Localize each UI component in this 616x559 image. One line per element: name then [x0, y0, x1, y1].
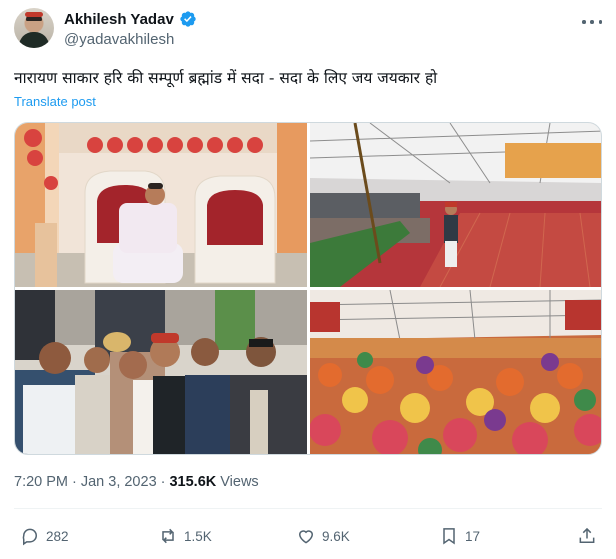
action-bar: 282 1.5K 9.6K 17 — [14, 522, 604, 550]
like-button[interactable]: 9.6K — [296, 522, 350, 550]
post-text: नारायण साकार हरि की सम्पूर्ण ब्रह्मांड म… — [14, 69, 438, 87]
author-name-row: Akhilesh Yadav — [64, 10, 197, 28]
reply-icon — [22, 528, 37, 546]
views-count[interactable]: 315.6K — [169, 474, 216, 490]
photo-speaker-tent[interactable] — [310, 123, 601, 287]
repost-count: 1.5K — [184, 528, 212, 544]
more-options-icon[interactable] — [582, 14, 602, 30]
post-meta: 7:20 PM · Jan 3, 2023 · 315.6K Views — [14, 474, 259, 490]
reply-button[interactable]: 282 — [20, 522, 69, 550]
meta-separator: · — [160, 474, 166, 490]
bookmark-count: 17 — [465, 528, 481, 544]
meta-separator: · — [72, 474, 77, 490]
author-handle[interactable]: @yadavakhilesh — [64, 31, 174, 48]
photo-audience-front-row[interactable] — [15, 290, 307, 454]
share-button[interactable] — [577, 522, 597, 550]
author-display-name[interactable]: Akhilesh Yadav — [64, 11, 174, 28]
post-date[interactable]: Jan 3, 2023 — [81, 474, 157, 490]
bookmark-icon — [443, 528, 455, 545]
avatar[interactable] — [14, 8, 54, 48]
photo-large-crowd[interactable] — [310, 290, 601, 454]
verified-badge-icon — [180, 11, 196, 27]
views-label: Views — [220, 474, 259, 490]
repost-button[interactable]: 1.5K — [158, 522, 212, 550]
bookmark-button[interactable]: 17 — [439, 522, 480, 550]
photo-stage-chairs[interactable] — [15, 123, 307, 287]
reply-count: 282 — [46, 528, 69, 544]
divider — [14, 508, 602, 509]
media-grid — [14, 122, 602, 455]
repost-icon — [162, 528, 174, 544]
translate-post-link[interactable]: Translate post — [14, 94, 96, 109]
like-count: 9.6K — [322, 528, 350, 544]
share-icon — [579, 527, 595, 543]
post-time[interactable]: 7:20 PM — [14, 474, 68, 490]
heart-icon — [298, 530, 314, 544]
post-header: Akhilesh Yadav @yadavakhilesh — [14, 8, 604, 56]
